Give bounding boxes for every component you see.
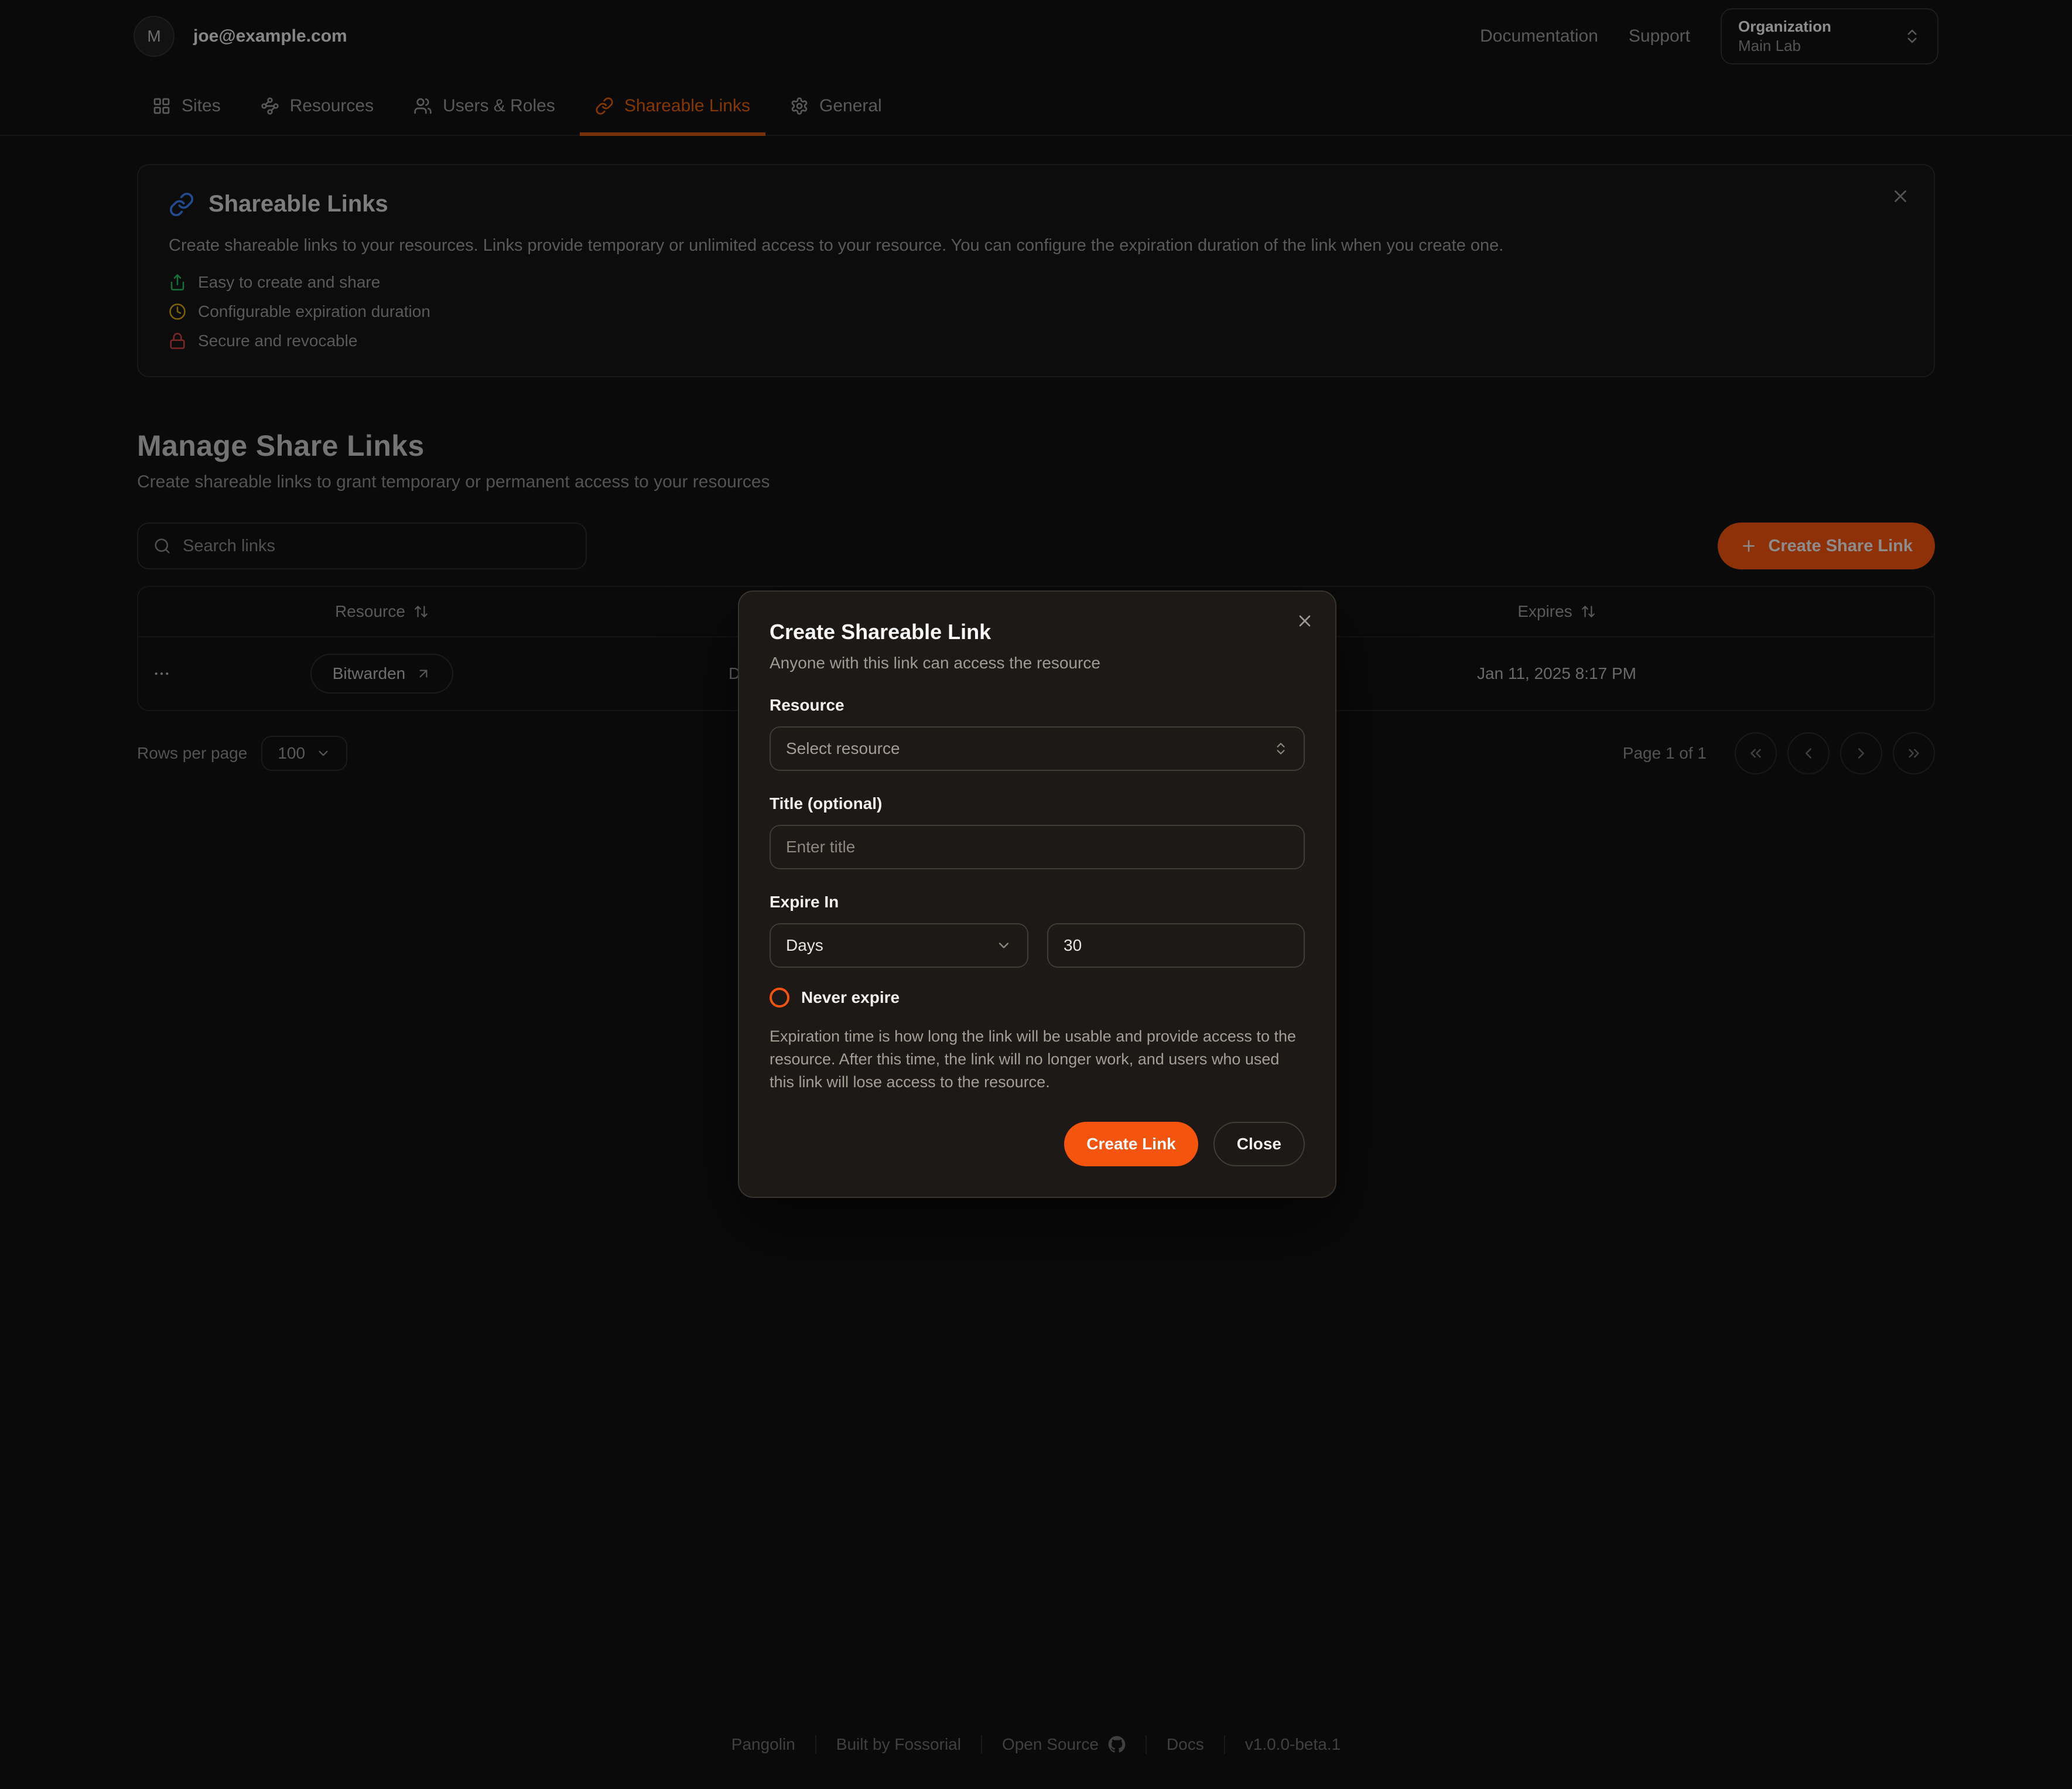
expiration-help-text: Expiration time is how long the link wil…: [770, 1025, 1305, 1094]
modal-subtitle: Anyone with this link can access the res…: [770, 654, 1305, 672]
never-expire-label: Never expire: [801, 988, 900, 1007]
modal-title: Create Shareable Link: [770, 620, 1305, 644]
resource-field-label: Resource: [770, 696, 1305, 715]
expire-in-label: Expire In: [770, 893, 1305, 911]
title-field-label: Title (optional): [770, 794, 1305, 813]
radio-unchecked-icon[interactable]: [770, 988, 789, 1008]
resource-select-placeholder: Select resource: [786, 739, 900, 758]
chevron-down-icon: [996, 937, 1012, 954]
never-expire-option[interactable]: Never expire: [770, 988, 1305, 1008]
modal-close-button[interactable]: Close: [1213, 1122, 1305, 1166]
expire-value-input[interactable]: [1064, 936, 1288, 955]
create-shareable-link-modal: Create Shareable Link Anyone with this l…: [738, 590, 1336, 1198]
resource-select[interactable]: Select resource: [770, 726, 1305, 771]
title-input[interactable]: [786, 838, 1288, 856]
chevrons-up-down-icon: [1273, 741, 1288, 756]
expire-unit-select[interactable]: Days: [770, 923, 1028, 968]
modal-close-icon[interactable]: [1295, 612, 1314, 630]
expire-unit-value: Days: [786, 936, 823, 955]
create-link-button[interactable]: Create Link: [1064, 1122, 1198, 1166]
